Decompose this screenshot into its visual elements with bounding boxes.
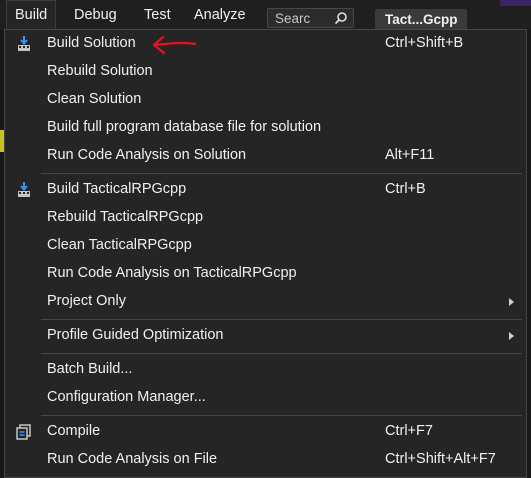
menu-separator	[41, 319, 522, 320]
menu-item-label: Clean TacticalRPGcpp	[47, 237, 192, 253]
menu-separator	[41, 173, 522, 174]
menu-item-shortcut: Ctrl+Shift+Alt+F7	[385, 451, 496, 467]
build-menu-dropdown: Build Solution Ctrl+Shift+B Rebuild Solu…	[4, 29, 527, 478]
menu-separator	[41, 353, 522, 354]
menu-item-shortcut: Ctrl+B	[385, 181, 426, 197]
menu-item-configuration-manager[interactable]: Configuration Manager...	[5, 384, 526, 412]
menu-item-label: Build full program database file for sol…	[47, 119, 322, 135]
compile-icon	[16, 424, 31, 440]
menu-test[interactable]: Test	[135, 0, 180, 30]
menu-item-label: Profile Guided Optimization	[47, 327, 224, 343]
menu-item-code-analysis-project[interactable]: Run Code Analysis on TacticalRPGcpp	[5, 260, 526, 288]
menu-item-label: Batch Build...	[47, 361, 133, 377]
solution-tab-label: Tact...Gcpp	[385, 12, 458, 27]
menu-item-project-only[interactable]: Project Only	[5, 288, 526, 316]
menu-item-label: Rebuild TacticalRPGcpp	[47, 209, 204, 225]
menu-debug[interactable]: Debug	[65, 0, 126, 30]
vs-window: Build Debug Test Analyze Searc Tact...Gc…	[0, 0, 531, 478]
menu-analyze[interactable]: Analyze	[185, 0, 255, 30]
menu-item-label: Build TacticalRPGcpp	[47, 181, 187, 197]
menu-item-build-pdb[interactable]: Build full program database file for sol…	[5, 114, 526, 142]
menu-item-code-analysis-file[interactable]: Run Code Analysis on File Ctrl+Shift+Alt…	[5, 446, 526, 474]
menu-item-label: Compile	[47, 423, 101, 439]
build-icon	[18, 36, 30, 51]
menu-item-build-project[interactable]: Build TacticalRPGcpp Ctrl+B	[5, 176, 526, 204]
menu-item-label: Clean Solution	[47, 91, 142, 107]
search-input[interactable]: Searc	[267, 8, 354, 28]
menu-item-shortcut: Ctrl+F7	[385, 423, 433, 439]
menu-item-clean-project[interactable]: Clean TacticalRPGcpp	[5, 232, 526, 260]
menu-item-shortcut: Alt+F11	[385, 147, 435, 163]
menu-item-label: Run Code Analysis on Solution	[47, 147, 247, 163]
menu-bar: Build Debug Test Analyze Searc Tact...Gc…	[0, 0, 531, 31]
menu-item-rebuild-project[interactable]: Rebuild TacticalRPGcpp	[5, 204, 526, 232]
menu-item-label: Run Code Analysis on TacticalRPGcpp	[47, 265, 297, 281]
search-placeholder: Searc	[275, 11, 311, 26]
menu-item-code-analysis-solution[interactable]: Run Code Analysis on Solution Alt+F11	[5, 142, 526, 170]
menu-item-clean-solution[interactable]: Clean Solution	[5, 86, 526, 114]
menu-separator	[41, 415, 522, 416]
menu-item-compile[interactable]: Compile Ctrl+F7	[5, 418, 526, 446]
menu-item-label: Build Solution	[47, 35, 136, 51]
menu-item-label: Project Only	[47, 293, 126, 309]
menu-item-label: Configuration Manager...	[47, 389, 206, 405]
search-icon	[334, 12, 347, 25]
menu-item-label: Run Code Analysis on File	[47, 451, 218, 467]
build-icon	[18, 182, 30, 197]
editor-scrollbar[interactable]	[527, 30, 531, 478]
submenu-arrow-icon	[509, 298, 514, 306]
menu-build[interactable]: Build	[6, 0, 57, 30]
menu-item-rebuild-solution[interactable]: Rebuild Solution	[5, 58, 526, 86]
menu-item-pgo[interactable]: Profile Guided Optimization	[5, 322, 526, 350]
menu-item-label: Rebuild Solution	[47, 63, 153, 79]
menu-item-batch-build[interactable]: Batch Build...	[5, 356, 526, 384]
menu-item-shortcut: Ctrl+Shift+B	[385, 35, 464, 51]
title-accent	[500, 0, 531, 6]
submenu-arrow-icon	[509, 332, 514, 340]
menu-item-build-solution[interactable]: Build Solution Ctrl+Shift+B	[5, 30, 526, 58]
red-annotation-arrow	[152, 35, 197, 55]
solution-tab[interactable]: Tact...Gcpp	[375, 9, 467, 31]
